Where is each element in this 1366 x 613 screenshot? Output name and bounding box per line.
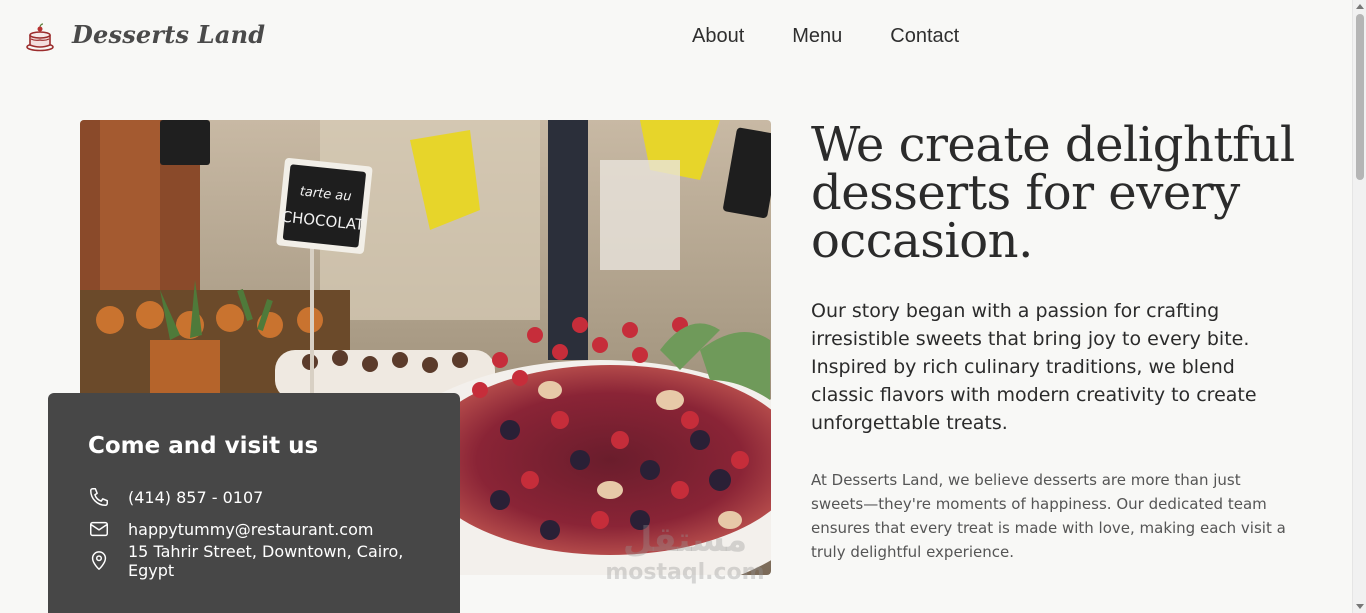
scrollbar-thumb[interactable] [1356,14,1364,180]
hero-belief: At Desserts Land, we believe desserts ar… [811,471,1286,561]
page-scrollbar[interactable] [1352,0,1366,613]
visit-title: Come and visit us [88,433,319,459]
main-nav: About Menu Contact [692,25,959,48]
scroll-up-arrow-icon[interactable] [1356,4,1364,9]
location-pin-icon [91,551,107,570]
watermark-text: mostaql.com [605,560,765,585]
cake-icon[interactable] [24,22,56,52]
mail-icon [90,521,108,537]
hero-headline: We create delightful desserts for every … [811,117,1295,269]
brand-name[interactable]: Desserts Land [72,20,265,49]
scroll-down-arrow-icon[interactable] [1356,604,1364,609]
watermark-logo: مستقل [622,520,748,560]
contact-email[interactable]: happytummy@restaurant.com [128,520,373,539]
nav-contact[interactable]: Contact [890,25,959,48]
contact-email-row[interactable]: happytummy@restaurant.com [88,513,420,545]
contact-phone[interactable]: (414) 857 - 0107 [128,488,263,507]
contact-address[interactable]: 15 Tahrir Street, Downtown, Cairo, Egypt [128,542,420,580]
nav-about[interactable]: About [692,25,744,48]
nav-menu[interactable]: Menu [792,25,842,48]
watermark: مستقل mostaql.com [600,520,770,600]
contact-address-row[interactable]: 15 Tahrir Street, Downtown, Cairo, Egypt [88,542,420,580]
phone-icon [90,488,108,506]
visit-card: Come and visit us (414) 857 - 0107 happy… [48,393,460,613]
site-header: Desserts Land About Menu Contact [0,0,1352,76]
contact-phone-row[interactable]: (414) 857 - 0107 [88,481,420,513]
hero-story: Our story began with a passion for craft… [811,300,1257,434]
